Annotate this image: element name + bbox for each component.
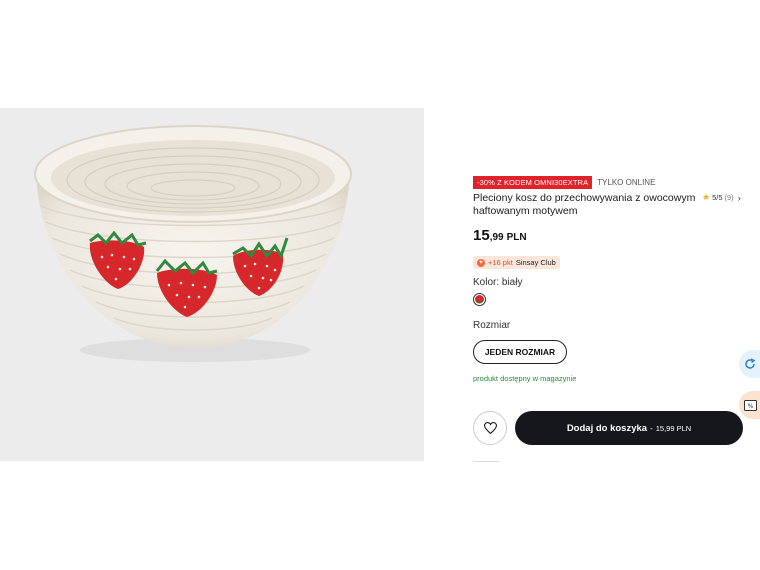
online-only-label: TYLKO ONLINE: [597, 178, 656, 187]
rating-link[interactable]: ★ 5/5 (9) ›: [702, 192, 741, 203]
promo-float-button[interactable]: %: [739, 391, 760, 419]
chat-float-button[interactable]: [739, 350, 760, 378]
club-points-badge: ✦ +16 pkt Sinsay Club: [473, 256, 560, 269]
club-points: +16 pkt: [488, 258, 513, 267]
product-image[interactable]: [0, 108, 424, 461]
chat-icon: [745, 358, 756, 369]
rating-score: 5/5: [712, 193, 723, 202]
star-icon: ★: [702, 192, 711, 202]
add-to-cart-price: 15,99 PLN: [655, 423, 692, 433]
add-to-cart-button[interactable]: Dodaj do koszyka - 15,99 PLN: [515, 411, 743, 445]
availability-status: produkt dostępny w magazynie: [473, 374, 577, 383]
color-swatch[interactable]: [473, 293, 486, 306]
add-to-cart-label: Dodaj do koszyka: [566, 422, 648, 434]
price-integer: 15: [473, 227, 490, 244]
promo-icon: %: [744, 399, 757, 411]
size-label: Rozmiar: [473, 320, 511, 331]
price-currency: PLN: [506, 232, 527, 243]
product-price: 15 ,99 PLN: [473, 227, 527, 244]
heart-icon: [483, 422, 497, 434]
wishlist-button[interactable]: [473, 411, 507, 445]
price-decimal: ,99: [489, 232, 504, 243]
size-option-button[interactable]: JEDEN ROZMIAR: [473, 340, 567, 364]
product-title: Pleciony kosz do przechowywania z owocow…: [473, 192, 696, 217]
chevron-right-icon: ›: [737, 192, 741, 203]
club-name: Sinsay Club: [515, 258, 556, 267]
badge-row: -30% Z KODEM OMNI30EXTRA TYLKO ONLINE: [473, 176, 655, 189]
divider: [473, 461, 499, 462]
svg-text:%: %: [748, 403, 754, 410]
club-icon: ✦: [477, 258, 485, 267]
rating-count: (9): [724, 193, 734, 202]
color-label: Kolor: biały: [473, 277, 523, 288]
swatch-image: [475, 295, 484, 304]
promo-badge: -30% Z KODEM OMNI30EXTRA: [473, 176, 593, 189]
add-to-cart-separator: -: [650, 423, 653, 433]
